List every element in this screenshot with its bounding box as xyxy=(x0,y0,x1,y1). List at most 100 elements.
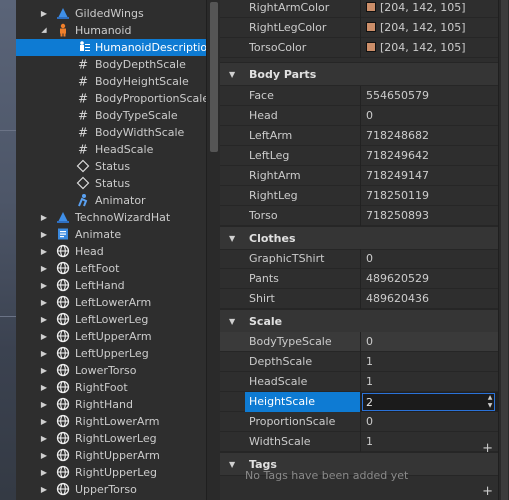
tree-item-bodyproportionscale[interactable]: # BodyProportionScale xyxy=(16,90,206,107)
tree-item-bodytypescale[interactable]: # BodyTypeScale xyxy=(16,107,206,124)
collapsed-arrow-icon[interactable]: ▶ xyxy=(39,413,49,430)
property-row-pants[interactable]: Pants 489620529 xyxy=(220,269,498,289)
tree-item-bodydepthscale[interactable]: # BodyDepthScale xyxy=(16,56,206,73)
collapsed-arrow-icon[interactable]: ▶ xyxy=(39,447,49,464)
color-swatch[interactable] xyxy=(366,22,376,32)
tree-item-rightlowerarm[interactable]: ▶ RightLowerArm xyxy=(16,413,206,430)
collapsed-arrow-icon[interactable]: ▶ xyxy=(39,362,49,379)
property-value[interactable]: 554650579 xyxy=(360,86,498,106)
collapsed-arrow-icon[interactable]: ▶ xyxy=(39,311,49,328)
tree-item-leftupperarm[interactable]: ▶ LeftUpperArm xyxy=(16,328,206,345)
section-header-clothes[interactable]: ▼ Clothes xyxy=(220,226,498,250)
tree-item-gildedwings[interactable]: ▶ GildedWings xyxy=(16,5,206,22)
tree-item-leftlowerarm[interactable]: ▶ LeftLowerArm xyxy=(16,294,206,311)
tree-item-bodyheightscale[interactable]: # BodyHeightScale xyxy=(16,73,206,90)
property-row-graphictshirt[interactable]: GraphicTShirt 0 xyxy=(220,249,498,269)
chevron-down-icon[interactable]: ▼ xyxy=(229,227,235,251)
collapsed-arrow-icon[interactable]: ▶ xyxy=(39,209,49,226)
property-row-head[interactable]: Head 0 xyxy=(220,106,498,126)
tree-item-rightfoot[interactable]: ▶ RightFoot xyxy=(16,379,206,396)
properties-scrollbar[interactable] xyxy=(498,0,509,500)
explorer-scrollbar[interactable] xyxy=(206,0,220,500)
property-row-rightarm[interactable]: RightArm 718249147 xyxy=(220,166,498,186)
explorer-scrollbar-thumb[interactable] xyxy=(210,2,218,152)
property-value[interactable]: 718249642 xyxy=(360,146,498,166)
property-row-shirt[interactable]: Shirt 489620436 xyxy=(220,289,498,309)
collapsed-arrow-icon[interactable]: ▶ xyxy=(39,226,49,243)
tree-item-humanoid[interactable]: ◢ Humanoid xyxy=(16,22,206,39)
property-row-torso[interactable]: Torso 718250893 xyxy=(220,206,498,226)
tree-item-bodywidthscale[interactable]: # BodyWidthScale xyxy=(16,124,206,141)
collapsed-arrow-icon[interactable]: ▶ xyxy=(39,464,49,481)
property-row-torsocolor[interactable]: TorsoColor [204, 142, 105] xyxy=(220,38,498,58)
collapsed-arrow-icon[interactable]: ▶ xyxy=(39,396,49,413)
property-value[interactable]: 718248682 xyxy=(360,126,498,146)
property-row-heightscale[interactable]: HeightScale ▲▼ xyxy=(220,392,498,412)
collapsed-arrow-icon[interactable]: ▶ xyxy=(39,260,49,277)
tree-item-uppertorso[interactable]: ▶ UpperTorso xyxy=(16,481,206,498)
color-swatch[interactable] xyxy=(366,42,376,52)
collapsed-arrow-icon[interactable]: ▶ xyxy=(39,345,49,362)
tree-item-headscale[interactable]: # HeadScale xyxy=(16,141,206,158)
property-row-bodytypescale[interactable]: BodyTypeScale 0 xyxy=(220,332,498,352)
spin-arrows-icon[interactable]: ▲ ▼ xyxy=(486,394,494,410)
property-value[interactable]: [204, 142, 105] xyxy=(360,18,498,38)
property-value[interactable]: 0 xyxy=(360,249,498,269)
property-row-proportionscale[interactable]: ProportionScale 0 xyxy=(220,412,498,432)
property-row-rightleg[interactable]: RightLeg 718250119 xyxy=(220,186,498,206)
property-row-headscale[interactable]: HeadScale 1 xyxy=(220,372,498,392)
section-header-body-parts[interactable]: ▼ Body Parts xyxy=(220,62,498,86)
property-value[interactable]: 489620436 xyxy=(360,289,498,309)
tree-item-animate[interactable]: ▶ Animate xyxy=(16,226,206,243)
property-row-depthscale[interactable]: DepthScale 1 xyxy=(220,352,498,372)
tree-item-lefthand[interactable]: ▶ LeftHand xyxy=(16,277,206,294)
tree-item-rightupperarm[interactable]: ▶ RightUpperArm xyxy=(16,447,206,464)
chevron-down-icon[interactable]: ▼ xyxy=(229,453,235,477)
property-value[interactable]: 0 xyxy=(360,106,498,126)
tree-item-righthand[interactable]: ▶ RightHand xyxy=(16,396,206,413)
tree-item-status[interactable]: Status xyxy=(16,175,206,192)
property-value[interactable]: 1 xyxy=(360,352,498,372)
property-value[interactable]: 718250893 xyxy=(360,206,498,226)
tree-item-leftlowerleg[interactable]: ▶ LeftLowerLeg xyxy=(16,311,206,328)
property-value[interactable]: 718250119 xyxy=(360,186,498,206)
tree-item-lowertorso[interactable]: ▶ LowerTorso xyxy=(16,362,206,379)
property-value[interactable]: [204, 142, 105] xyxy=(360,38,498,58)
tree-item-rightupperleg[interactable]: ▶ RightUpperLeg xyxy=(16,464,206,481)
viewport-strip[interactable] xyxy=(0,0,16,500)
section-header-scale[interactable]: ▼ Scale xyxy=(220,309,498,333)
height-scale-input[interactable] xyxy=(362,393,495,411)
property-value[interactable]: 1 xyxy=(360,372,498,392)
tree-item-technowizardhat[interactable]: ▶ TechnoWizardHat xyxy=(16,209,206,226)
property-value[interactable]: 0 xyxy=(360,332,498,352)
collapsed-arrow-icon[interactable]: ▶ xyxy=(39,328,49,345)
collapsed-arrow-icon[interactable]: ▶ xyxy=(39,243,49,260)
tree-item-status[interactable]: Status xyxy=(16,158,206,175)
add-tag-button[interactable]: + xyxy=(482,485,493,498)
color-swatch[interactable] xyxy=(366,2,376,12)
chevron-down-icon[interactable]: ▼ xyxy=(229,63,235,87)
collapsed-arrow-icon[interactable]: ▶ xyxy=(39,277,49,294)
tree-item-head[interactable]: ▶ Head xyxy=(16,243,206,260)
tree-item-humanoiddescription[interactable]: HumanoidDescription xyxy=(16,39,206,56)
property-value[interactable]: 0 xyxy=(360,412,498,432)
property-row-leftleg[interactable]: LeftLeg 718249642 xyxy=(220,146,498,166)
tree-item-leftupperleg[interactable]: ▶ LeftUpperLeg xyxy=(16,345,206,362)
property-row-face[interactable]: Face 554650579 xyxy=(220,86,498,106)
collapsed-arrow-icon[interactable]: ▶ xyxy=(39,481,49,498)
property-row-widthscale[interactable]: WidthScale 1 xyxy=(220,432,498,452)
chevron-down-icon[interactable]: ▼ xyxy=(229,310,235,334)
properties-scrollbar-thumb[interactable] xyxy=(501,0,508,500)
tree-item-leftfoot[interactable]: ▶ LeftFoot xyxy=(16,260,206,277)
property-value[interactable]: 489620529 xyxy=(360,269,498,289)
property-row-rightlegcolor[interactable]: RightLegColor [204, 142, 105] xyxy=(220,18,498,38)
property-value[interactable]: ▲▼ xyxy=(360,392,498,412)
property-value[interactable]: [204, 142, 105] xyxy=(360,0,498,18)
collapsed-arrow-icon[interactable]: ▶ xyxy=(39,294,49,311)
tree-item-rightlowerleg[interactable]: ▶ RightLowerLeg xyxy=(16,430,206,447)
collapsed-arrow-icon[interactable]: ▶ xyxy=(39,430,49,447)
expanded-arrow-icon[interactable]: ◢ xyxy=(39,22,49,39)
property-value[interactable]: 718249147 xyxy=(360,166,498,186)
collapsed-arrow-icon[interactable]: ▶ xyxy=(39,379,49,396)
property-value[interactable]: 1 xyxy=(360,432,498,452)
